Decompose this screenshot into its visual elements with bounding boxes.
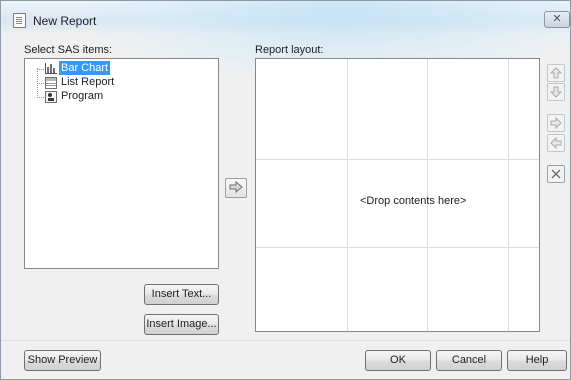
right-arrow-icon — [229, 181, 243, 193]
move-right-button[interactable] — [547, 114, 565, 132]
footer-separator — [1, 340, 570, 341]
move-up-button[interactable] — [547, 64, 565, 82]
tree-item-label: List Report — [61, 76, 115, 88]
tree-item-label: Program — [61, 90, 104, 102]
title-bar[interactable]: New Report ✕ — [1, 1, 570, 81]
move-down-button[interactable] — [547, 83, 565, 101]
add-to-layout-button[interactable] — [225, 178, 247, 198]
ok-button[interactable]: OK — [365, 350, 431, 371]
window-title: New Report — [33, 14, 97, 28]
report-layout-label: Report layout: — [255, 44, 324, 56]
sas-items-tree[interactable]: Bar Chart List Report Program — [24, 58, 219, 269]
report-layout-grid[interactable]: <Drop contents here> — [255, 58, 540, 332]
program-icon — [45, 91, 57, 103]
show-preview-button[interactable]: Show Preview — [24, 350, 101, 371]
down-arrow-icon — [550, 86, 562, 98]
tree-item-label: Bar Chart — [59, 61, 111, 75]
up-arrow-icon — [550, 67, 562, 79]
help-button[interactable]: Help — [507, 350, 567, 371]
close-button[interactable]: ✕ — [544, 11, 570, 28]
report-document-icon — [13, 13, 26, 28]
insert-image-button[interactable]: Insert Image... — [144, 314, 219, 335]
insert-text-button[interactable]: Insert Text... — [144, 284, 219, 305]
move-left-button[interactable] — [547, 134, 565, 152]
right-arrow-icon — [550, 117, 562, 129]
list-report-icon — [45, 77, 57, 89]
left-arrow-icon — [550, 137, 562, 149]
close-icon: ✕ — [552, 13, 562, 25]
bar-chart-icon — [45, 63, 57, 74]
select-sas-items-label: Select SAS items: — [24, 44, 113, 56]
delete-button[interactable] — [547, 165, 565, 183]
drop-contents-placeholder: <Drop contents here> — [360, 195, 467, 207]
new-report-dialog: New Report ✕ Select SAS items: Bar Chart… — [0, 0, 571, 380]
cancel-button[interactable]: Cancel — [436, 350, 502, 371]
tree-connector — [37, 68, 38, 96]
delete-x-icon — [551, 169, 561, 179]
